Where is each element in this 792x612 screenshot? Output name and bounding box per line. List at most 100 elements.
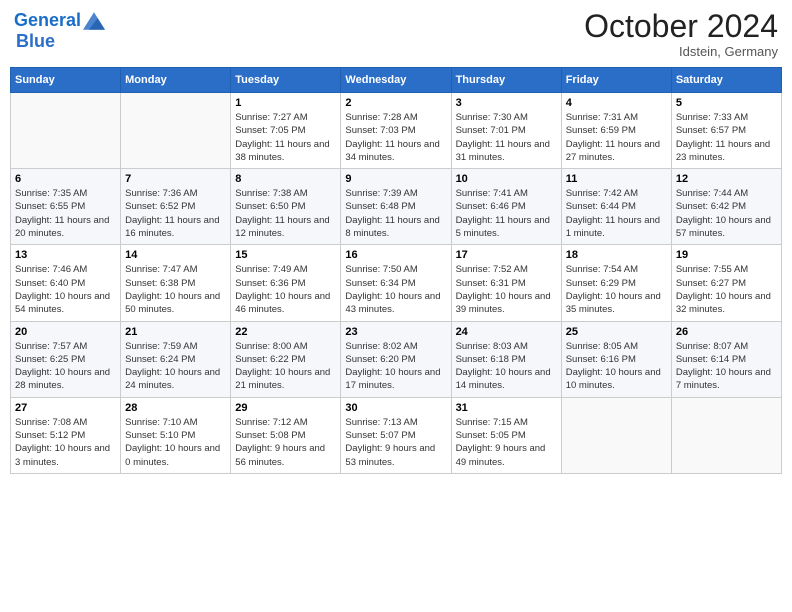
day-info: Sunrise: 7:59 AM Sunset: 6:24 PM Dayligh… xyxy=(125,340,226,393)
month-title: October 2024 xyxy=(584,10,778,42)
day-number: 13 xyxy=(15,249,116,261)
calendar-cell: 7Sunrise: 7:36 AM Sunset: 6:52 PM Daylig… xyxy=(121,169,231,245)
day-info: Sunrise: 7:10 AM Sunset: 5:10 PM Dayligh… xyxy=(125,416,226,469)
day-number: 28 xyxy=(125,402,226,414)
day-info: Sunrise: 7:42 AM Sunset: 6:44 PM Dayligh… xyxy=(566,187,667,240)
calendar-cell: 12Sunrise: 7:44 AM Sunset: 6:42 PM Dayli… xyxy=(671,169,781,245)
day-info: Sunrise: 8:03 AM Sunset: 6:18 PM Dayligh… xyxy=(456,340,557,393)
weekday-header-friday: Friday xyxy=(561,68,671,93)
day-info: Sunrise: 7:47 AM Sunset: 6:38 PM Dayligh… xyxy=(125,263,226,316)
day-info: Sunrise: 7:28 AM Sunset: 7:03 PM Dayligh… xyxy=(345,111,446,164)
day-number: 7 xyxy=(125,173,226,185)
day-info: Sunrise: 7:50 AM Sunset: 6:34 PM Dayligh… xyxy=(345,263,446,316)
week-row-5: 27 Sunrise: 7:08 AM Sunset: 5:12 PM Dayli… xyxy=(11,397,782,473)
day-info: Sunrise: 7:55 AM Sunset: 6:27 PM Dayligh… xyxy=(676,263,777,316)
calendar-cell: 30Sunrise: 7:13 AM Sunset: 5:07 PM Dayli… xyxy=(341,397,451,473)
day-info: Sunrise: 7:57 AM Sunset: 6:25 PM Dayligh… xyxy=(15,340,116,393)
calendar-cell: 28 Sunrise: 7:10 AM Sunset: 5:10 PM Dayli… xyxy=(121,397,231,473)
day-number: 29 xyxy=(235,402,336,414)
day-number: 25 xyxy=(566,326,667,338)
calendar-cell: 14 Sunrise: 7:47 AM Sunset: 6:38 PM Dayli… xyxy=(121,245,231,321)
calendar-cell: 31 Sunrise: 7:15 AM Sunset: 5:05 PM Dayli… xyxy=(451,397,561,473)
calendar-cell: 4 Sunrise: 7:31 AM Sunset: 6:59 PM Daylig… xyxy=(561,93,671,169)
calendar-cell: 17Sunrise: 7:52 AM Sunset: 6:31 PM Dayli… xyxy=(451,245,561,321)
day-info: Sunrise: 7:31 AM Sunset: 6:59 PM Dayligh… xyxy=(566,111,667,164)
calendar-cell: 21 Sunrise: 7:59 AM Sunset: 6:24 PM Dayli… xyxy=(121,321,231,397)
day-number: 23 xyxy=(345,326,446,338)
calendar-cell: 10 Sunrise: 7:41 AM Sunset: 6:46 PM Dayli… xyxy=(451,169,561,245)
day-number: 30 xyxy=(345,402,446,414)
calendar-cell: 11 Sunrise: 7:42 AM Sunset: 6:44 PM Dayli… xyxy=(561,169,671,245)
day-number: 31 xyxy=(456,402,557,414)
location-subtitle: Idstein, Germany xyxy=(584,44,778,59)
day-info: Sunrise: 7:54 AM Sunset: 6:29 PM Dayligh… xyxy=(566,263,667,316)
calendar-cell xyxy=(671,397,781,473)
weekday-header-monday: Monday xyxy=(121,68,231,93)
calendar-cell: 2 Sunrise: 7:28 AM Sunset: 7:03 PM Daylig… xyxy=(341,93,451,169)
calendar-cell: 27 Sunrise: 7:08 AM Sunset: 5:12 PM Dayli… xyxy=(11,397,121,473)
page-header: General Blue October 2024 Idstein, Germa… xyxy=(10,10,782,59)
day-number: 19 xyxy=(676,249,777,261)
week-row-4: 20 Sunrise: 7:57 AM Sunset: 6:25 PM Dayli… xyxy=(11,321,782,397)
calendar-cell: 29 Sunrise: 7:12 AM Sunset: 5:08 PM Dayli… xyxy=(231,397,341,473)
weekday-header-tuesday: Tuesday xyxy=(231,68,341,93)
day-number: 16 xyxy=(345,249,446,261)
day-number: 15 xyxy=(235,249,336,261)
calendar-cell: 1 Sunrise: 7:27 AM Sunset: 7:05 PM Daylig… xyxy=(231,93,341,169)
calendar-cell: 26 Sunrise: 8:07 AM Sunset: 6:14 PM Dayli… xyxy=(671,321,781,397)
calendar-cell: 3 Sunrise: 7:30 AM Sunset: 7:01 PM Daylig… xyxy=(451,93,561,169)
day-number: 22 xyxy=(235,326,336,338)
day-info: Sunrise: 7:38 AM Sunset: 6:50 PM Dayligh… xyxy=(235,187,336,240)
day-number: 11 xyxy=(566,173,667,185)
day-info: Sunrise: 7:15 AM Sunset: 5:05 PM Dayligh… xyxy=(456,416,557,469)
day-number: 18 xyxy=(566,249,667,261)
day-info: Sunrise: 7:30 AM Sunset: 7:01 PM Dayligh… xyxy=(456,111,557,164)
day-number: 5 xyxy=(676,97,777,109)
title-area: October 2024 Idstein, Germany xyxy=(584,10,778,59)
day-info: Sunrise: 7:49 AM Sunset: 6:36 PM Dayligh… xyxy=(235,263,336,316)
day-info: Sunrise: 7:35 AM Sunset: 6:55 PM Dayligh… xyxy=(15,187,116,240)
day-number: 27 xyxy=(15,402,116,414)
day-info: Sunrise: 8:07 AM Sunset: 6:14 PM Dayligh… xyxy=(676,340,777,393)
day-number: 4 xyxy=(566,97,667,109)
week-row-1: 1 Sunrise: 7:27 AM Sunset: 7:05 PM Daylig… xyxy=(11,93,782,169)
calendar-cell: 6Sunrise: 7:35 AM Sunset: 6:55 PM Daylig… xyxy=(11,169,121,245)
day-info: Sunrise: 7:44 AM Sunset: 6:42 PM Dayligh… xyxy=(676,187,777,240)
day-info: Sunrise: 7:41 AM Sunset: 6:46 PM Dayligh… xyxy=(456,187,557,240)
day-number: 21 xyxy=(125,326,226,338)
calendar-cell: 19 Sunrise: 7:55 AM Sunset: 6:27 PM Dayli… xyxy=(671,245,781,321)
calendar-cell: 16 Sunrise: 7:50 AM Sunset: 6:34 PM Dayli… xyxy=(341,245,451,321)
weekday-header-saturday: Saturday xyxy=(671,68,781,93)
calendar-cell: 24Sunrise: 8:03 AM Sunset: 6:18 PM Dayli… xyxy=(451,321,561,397)
day-number: 14 xyxy=(125,249,226,261)
day-number: 26 xyxy=(676,326,777,338)
logo-text2: Blue xyxy=(14,32,55,52)
day-info: Sunrise: 8:02 AM Sunset: 6:20 PM Dayligh… xyxy=(345,340,446,393)
day-info: Sunrise: 8:00 AM Sunset: 6:22 PM Dayligh… xyxy=(235,340,336,393)
calendar-cell: 20 Sunrise: 7:57 AM Sunset: 6:25 PM Dayli… xyxy=(11,321,121,397)
day-info: Sunrise: 7:08 AM Sunset: 5:12 PM Dayligh… xyxy=(15,416,116,469)
day-info: Sunrise: 7:27 AM Sunset: 7:05 PM Dayligh… xyxy=(235,111,336,164)
day-number: 1 xyxy=(235,97,336,109)
day-number: 2 xyxy=(345,97,446,109)
weekday-header-row: SundayMondayTuesdayWednesdayThursdayFrid… xyxy=(11,68,782,93)
day-number: 3 xyxy=(456,97,557,109)
week-row-2: 6Sunrise: 7:35 AM Sunset: 6:55 PM Daylig… xyxy=(11,169,782,245)
day-info: Sunrise: 7:33 AM Sunset: 6:57 PM Dayligh… xyxy=(676,111,777,164)
day-info: Sunrise: 7:52 AM Sunset: 6:31 PM Dayligh… xyxy=(456,263,557,316)
calendar-table: SundayMondayTuesdayWednesdayThursdayFrid… xyxy=(10,67,782,474)
day-number: 8 xyxy=(235,173,336,185)
day-info: Sunrise: 7:12 AM Sunset: 5:08 PM Dayligh… xyxy=(235,416,336,469)
day-number: 20 xyxy=(15,326,116,338)
weekday-header-sunday: Sunday xyxy=(11,68,121,93)
day-number: 9 xyxy=(345,173,446,185)
logo-text: General xyxy=(14,11,81,31)
day-number: 10 xyxy=(456,173,557,185)
calendar-cell: 13Sunrise: 7:46 AM Sunset: 6:40 PM Dayli… xyxy=(11,245,121,321)
calendar-cell: 9Sunrise: 7:39 AM Sunset: 6:48 PM Daylig… xyxy=(341,169,451,245)
calendar-cell: 15 Sunrise: 7:49 AM Sunset: 6:36 PM Dayli… xyxy=(231,245,341,321)
calendar-cell xyxy=(121,93,231,169)
calendar-cell: 8 Sunrise: 7:38 AM Sunset: 6:50 PM Daylig… xyxy=(231,169,341,245)
calendar-cell: 18 Sunrise: 7:54 AM Sunset: 6:29 PM Dayli… xyxy=(561,245,671,321)
weekday-header-thursday: Thursday xyxy=(451,68,561,93)
